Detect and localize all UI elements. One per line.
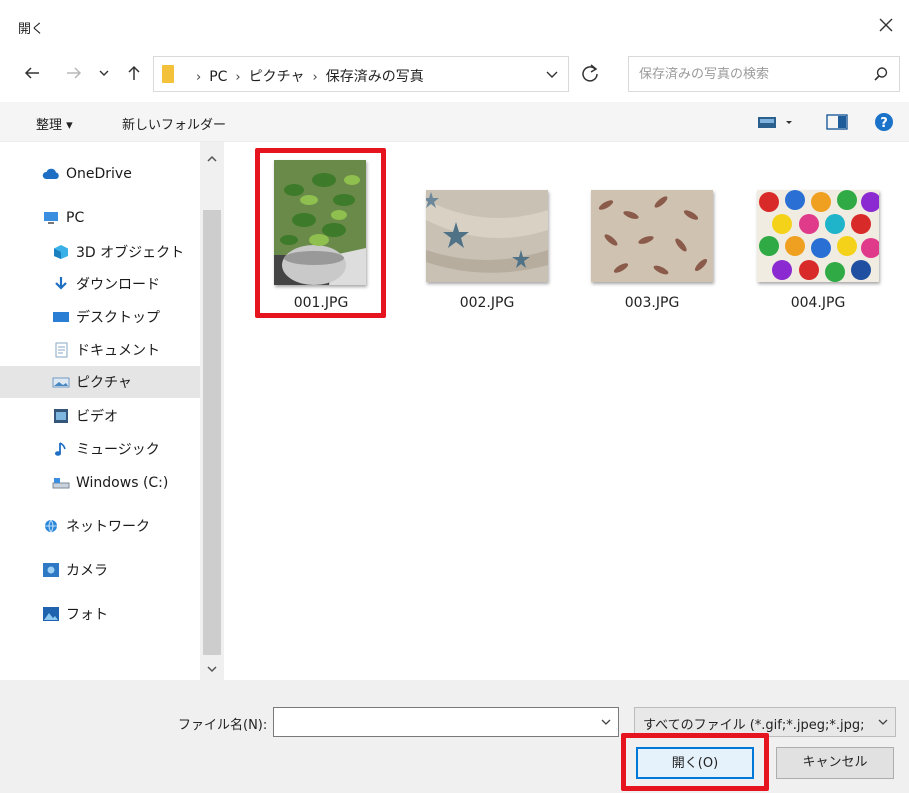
- sidebar-item-desktop[interactable]: デスクトップ: [0, 301, 200, 333]
- file-list: 001.JPG 002.JPG 003.JPG 004.JPG: [226, 142, 909, 680]
- chevron-down-icon[interactable]: [205, 662, 219, 676]
- sidebar-item-label: OneDrive: [66, 166, 132, 182]
- sidebar-item-label: ピクチャ: [76, 375, 132, 391]
- window-title: 開く: [18, 22, 45, 37]
- sidebar-item-label: ダウンロード: [76, 277, 160, 293]
- sidebar-item-label: 3D オブジェクト: [76, 245, 185, 261]
- file-name: 004.JPG: [790, 295, 846, 311]
- up-button[interactable]: [122, 60, 146, 86]
- breadcrumb-item[interactable]: ピクチャ: [249, 69, 305, 85]
- sidebar-item-label: デスクトップ: [76, 310, 160, 326]
- chevron-right-icon: ›: [196, 70, 202, 85]
- navigation-pane: OneDrive PC 3D オブジェクト ダウンロード デスクトップ ドキュメ…: [0, 142, 200, 680]
- help-icon[interactable]: ?: [874, 112, 894, 132]
- sidebar-item-windows-c[interactable]: Windows (C:): [0, 467, 200, 499]
- back-button[interactable]: [20, 60, 44, 86]
- view-options-icon[interactable]: [758, 113, 794, 131]
- sidebar-item-label: ミュージック: [76, 442, 160, 458]
- chevron-right-icon[interactable]: ›: [313, 70, 318, 85]
- recent-locations-button[interactable]: [96, 60, 112, 86]
- sidebar-item-photos[interactable]: フォト: [0, 598, 200, 630]
- chevron-down-icon[interactable]: [877, 716, 889, 728]
- pictures-icon: [52, 377, 70, 388]
- photos-icon: [43, 607, 59, 621]
- dialog-footer: ファイル名(N): すべてのファイル (*.gif;*.jpeg;*.jpg; …: [0, 680, 909, 793]
- polka-dot-thumbnail: [757, 190, 879, 282]
- sidebar-item-label: ネットワーク: [66, 519, 150, 535]
- new-folder-button[interactable]: 新しいフォルダー: [122, 114, 226, 133]
- sidebar-item-documents[interactable]: ドキュメント: [0, 334, 200, 366]
- sidebar-item-camera[interactable]: カメラ: [0, 554, 200, 586]
- filename-label: ファイル名(N):: [178, 718, 268, 733]
- search-input[interactable]: [639, 64, 859, 84]
- open-button-highlight: [621, 733, 769, 791]
- sidebar-item-label: カメラ: [66, 563, 108, 579]
- sidebar-item-label: ドキュメント: [76, 343, 160, 359]
- sidebar-item-label: ビデオ: [76, 409, 118, 425]
- refresh-icon[interactable]: [578, 61, 602, 85]
- breadcrumb-item[interactable]: PC: [209, 69, 227, 85]
- computer-icon: [44, 212, 58, 224]
- address-row: › PC › ピクチャ › 保存済みの写真: [0, 50, 909, 98]
- camera-icon: [43, 563, 59, 577]
- search-icon[interactable]: [873, 66, 889, 82]
- chevron-down-icon[interactable]: [544, 66, 560, 82]
- folder-icon: [162, 65, 174, 83]
- video-icon: [54, 409, 68, 423]
- preview-pane-icon[interactable]: [826, 113, 848, 131]
- filename-input[interactable]: [280, 712, 580, 732]
- file-item-004[interactable]: 004.JPG: [753, 150, 883, 311]
- document-icon: [55, 342, 68, 358]
- file-name: 003.JPG: [624, 295, 680, 311]
- toolbar: 整理 ▾ 新しいフォルダー ?: [0, 102, 909, 142]
- breadcrumb: › PC › ピクチャ › 保存済みの写真: [188, 66, 424, 86]
- close-icon[interactable]: [875, 14, 897, 36]
- arrow-up-icon: [128, 65, 140, 80]
- selection-highlight: [255, 148, 386, 318]
- chevron-right-icon[interactable]: ›: [235, 70, 240, 85]
- file-item-003[interactable]: 003.JPG: [587, 150, 717, 311]
- sidebar-item-music[interactable]: ミュージック: [0, 433, 200, 465]
- sidebar-item-3d-objects[interactable]: 3D オブジェクト: [0, 236, 200, 268]
- leaf-fabric-thumbnail: [591, 190, 713, 282]
- breadcrumb-item[interactable]: 保存済みの写真: [326, 69, 424, 85]
- chevron-down-icon[interactable]: [600, 716, 612, 728]
- sidebar-item-label: PC: [66, 210, 85, 226]
- cancel-button[interactable]: キャンセル: [776, 747, 894, 779]
- file-name: 002.JPG: [459, 295, 515, 311]
- music-icon: [55, 442, 66, 456]
- sidebar-item-network[interactable]: ネットワーク: [0, 510, 200, 542]
- arrow-left-icon: [24, 67, 39, 79]
- desktop-icon: [53, 312, 69, 322]
- scrollbar-thumb[interactable]: [203, 210, 221, 655]
- chevron-down-icon: [99, 70, 109, 76]
- sidebar-item-pc[interactable]: PC: [0, 202, 200, 234]
- drive-icon: [52, 478, 70, 489]
- sidebar-item-videos[interactable]: ビデオ: [0, 400, 200, 432]
- sidebar-item-onedrive[interactable]: OneDrive: [0, 158, 200, 190]
- file-item-002[interactable]: 002.JPG: [422, 150, 552, 311]
- title-bar: 開く: [0, 0, 909, 48]
- address-bar[interactable]: › PC › ピクチャ › 保存済みの写真: [153, 56, 569, 92]
- forward-button[interactable]: [62, 60, 86, 86]
- cloud-icon: [42, 168, 59, 179]
- search-box[interactable]: [628, 56, 900, 92]
- filename-combobox[interactable]: [273, 707, 619, 737]
- sidebar-item-label: フォト: [66, 607, 108, 623]
- arrow-right-icon: [67, 67, 82, 79]
- svg-text:?: ?: [880, 116, 888, 131]
- sidebar-item-downloads[interactable]: ダウンロード: [0, 268, 200, 300]
- filetype-value: すべてのファイル (*.gif;*.jpeg;*.jpg;: [643, 718, 865, 733]
- star-fabric-thumbnail: [426, 190, 548, 282]
- sidebar-item-pictures[interactable]: ピクチャ: [0, 366, 200, 398]
- chevron-up-icon[interactable]: [205, 152, 219, 166]
- cube-icon: [54, 245, 68, 259]
- organize-button[interactable]: 整理 ▾: [36, 114, 73, 133]
- sidebar-item-label: Windows (C:): [76, 475, 169, 491]
- sidebar-scrollbar[interactable]: [200, 142, 224, 680]
- network-icon: [45, 519, 57, 533]
- download-icon: [55, 277, 67, 290]
